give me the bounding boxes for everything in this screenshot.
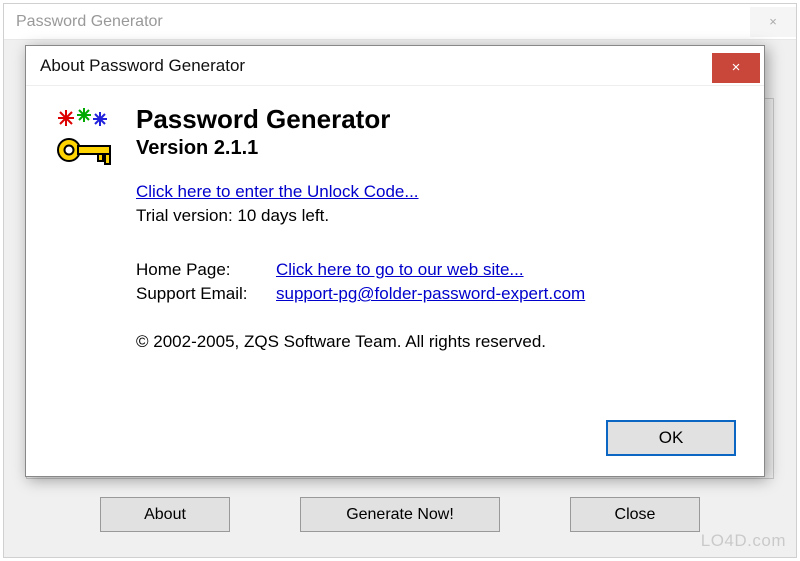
homepage-row: Home Page: Click here to go to our web s… xyxy=(136,260,736,280)
info-group: Home Page: Click here to go to our web s… xyxy=(136,260,736,304)
dialog-close-button[interactable]: × xyxy=(712,53,760,83)
dialog-buttons: OK xyxy=(606,420,736,456)
copyright-text: © 2002-2005, ZQS Software Team. All righ… xyxy=(136,332,736,352)
support-row: Support Email: support-pg@folder-passwor… xyxy=(136,284,736,304)
unlock-code-link[interactable]: Click here to enter the Unlock Code... xyxy=(136,182,419,202)
app-name: Password Generator xyxy=(136,104,736,135)
main-window-title: Password Generator xyxy=(16,13,163,31)
close-icon: × xyxy=(732,59,741,76)
app-icon xyxy=(54,106,118,170)
dialog-body: Password Generator Version 2.1.1 Click h… xyxy=(26,86,764,476)
homepage-link[interactable]: Click here to go to our web site... xyxy=(276,260,524,280)
dialog-titlebar: About Password Generator × xyxy=(26,46,764,86)
dialog-title: About Password Generator xyxy=(40,56,245,76)
close-icon: × xyxy=(769,14,777,29)
generate-button[interactable]: Generate Now! xyxy=(300,497,500,532)
homepage-label: Home Page: xyxy=(136,260,276,280)
about-dialog: About Password Generator × xyxy=(25,45,765,477)
version-label: Version 2.1.1 xyxy=(136,137,736,160)
about-button[interactable]: About xyxy=(100,497,230,532)
main-buttons-row: About Generate Now! Close xyxy=(4,497,796,539)
trial-status: Trial version: 10 days left. xyxy=(136,206,736,226)
support-email-link[interactable]: support-pg@folder-password-expert.com xyxy=(276,284,585,304)
dialog-header: Password Generator Version 2.1.1 Click h… xyxy=(54,106,736,352)
ok-button[interactable]: OK xyxy=(606,420,736,456)
main-close-button[interactable]: × xyxy=(750,7,796,37)
close-button[interactable]: Close xyxy=(570,497,700,532)
main-titlebar: Password Generator × xyxy=(4,4,796,40)
support-email-label: Support Email: xyxy=(136,284,276,304)
dialog-content: Password Generator Version 2.1.1 Click h… xyxy=(136,106,736,352)
